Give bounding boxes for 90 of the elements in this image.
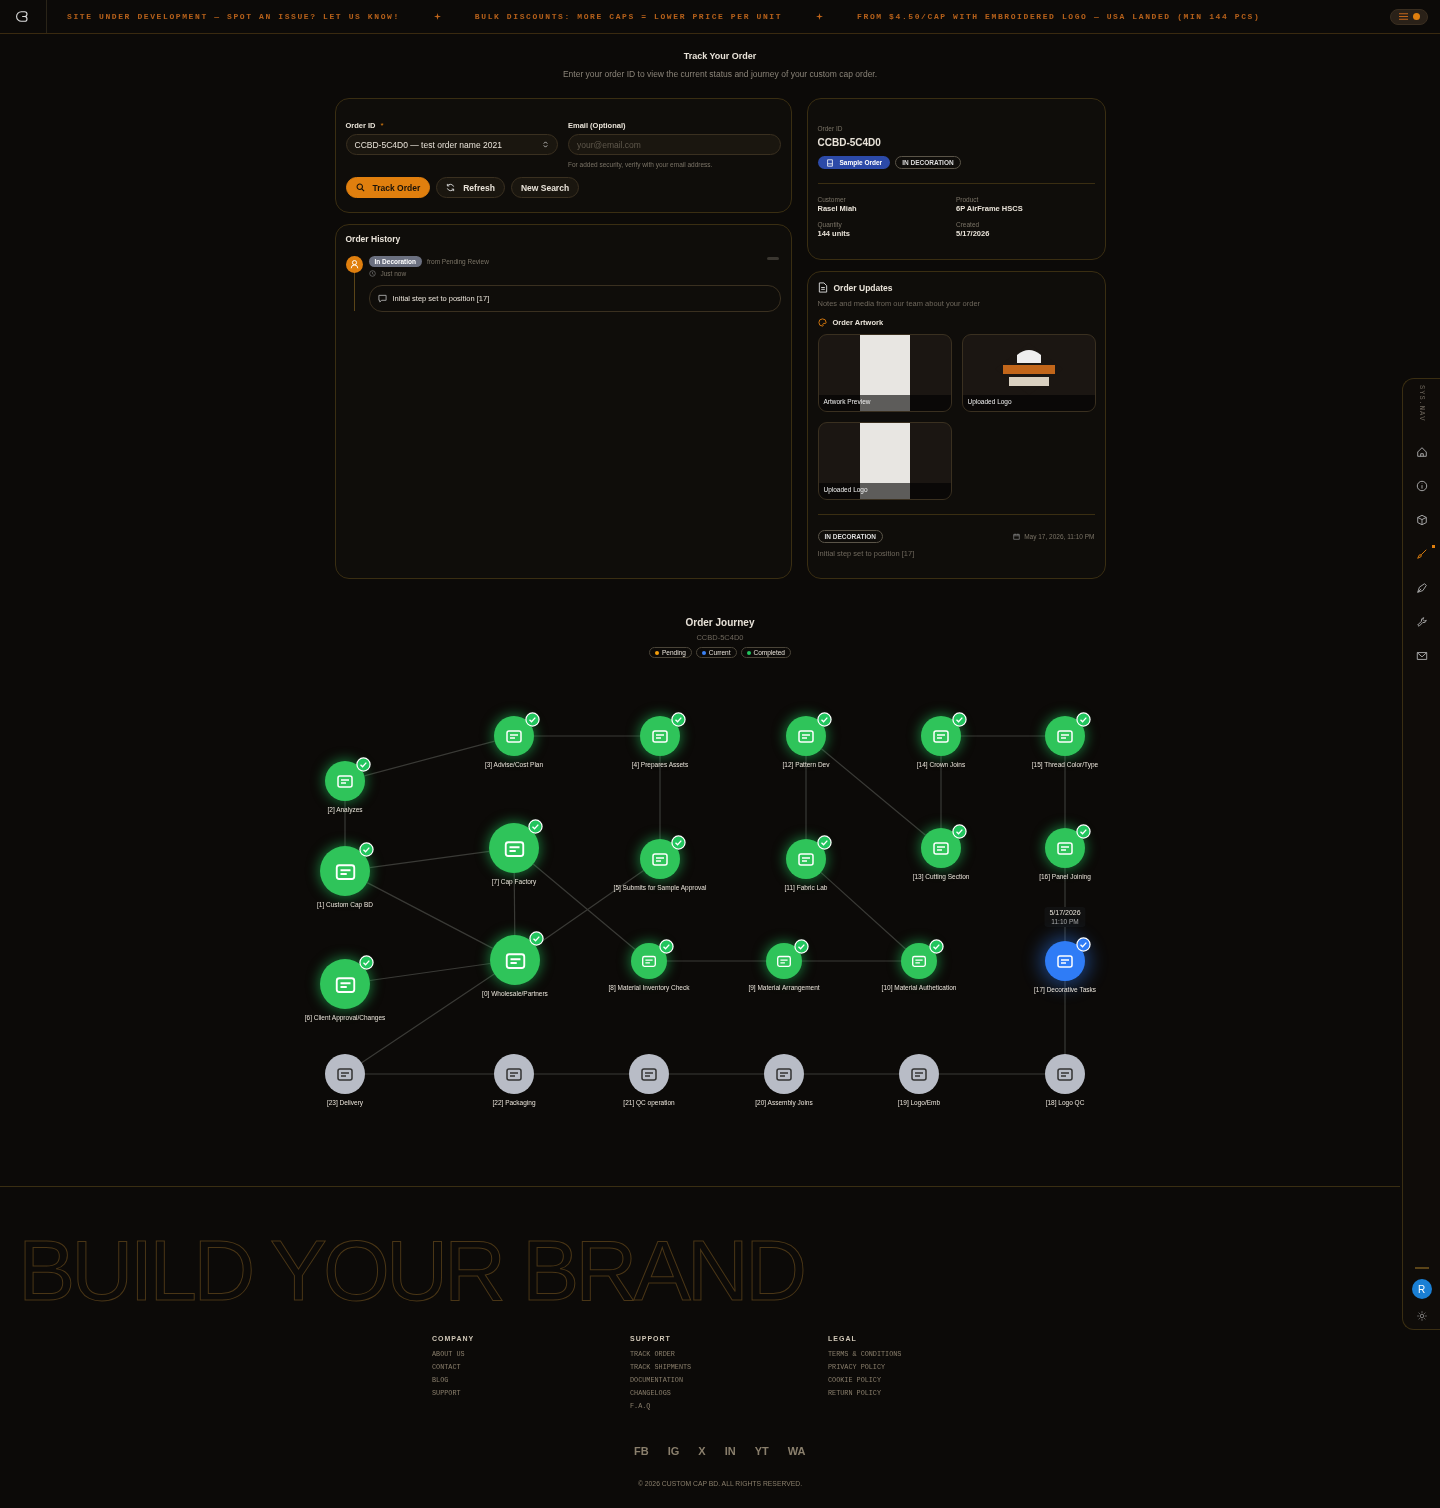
step-node[interactable] [786, 839, 826, 879]
journey-title: Order Journey [685, 617, 755, 628]
check-icon [1076, 712, 1091, 727]
cup-icon [825, 158, 834, 167]
check-icon [952, 824, 967, 839]
step-node[interactable] [899, 1054, 939, 1094]
comment-icon [377, 294, 387, 303]
search-icon [355, 183, 365, 192]
sliders-icon [1398, 12, 1409, 21]
step-node[interactable] [1045, 941, 1085, 981]
chevron-updown-icon [542, 140, 549, 149]
social-link[interactable]: X [698, 1445, 706, 1457]
check-icon [1076, 937, 1091, 952]
sparkle-icon [816, 13, 824, 20]
order-select[interactable]: CCBD-5C4D0 — test order name 2021 [345, 134, 558, 155]
check-icon [356, 757, 371, 772]
step-node[interactable] [1045, 828, 1085, 868]
step-node[interactable] [764, 1054, 804, 1094]
menu-toggle-button[interactable] [1390, 8, 1428, 25]
calendar-icon [1013, 533, 1021, 540]
card-title: Order History [345, 234, 402, 244]
check-icon [817, 712, 832, 727]
palette-icon [817, 318, 827, 327]
step-node[interactable] [320, 959, 370, 1009]
email-input-field[interactable]: your@email.com [568, 134, 781, 155]
home-icon[interactable] [1415, 446, 1428, 459]
user-avatar[interactable]: R [1411, 1279, 1432, 1299]
pen-icon[interactable] [1415, 582, 1428, 595]
step-node[interactable] [901, 943, 937, 979]
social-link[interactable]: IN [724, 1445, 736, 1457]
social-link[interactable]: FB [634, 1445, 649, 1457]
step-node[interactable] [631, 943, 667, 979]
check-icon [817, 835, 832, 850]
check-icon [658, 939, 674, 954]
sparkle-icon [433, 13, 441, 20]
user-avatar-icon [345, 256, 363, 273]
check-icon [671, 835, 686, 850]
check-icon [525, 712, 540, 727]
info-icon[interactable] [1415, 480, 1428, 493]
step-node[interactable] [1045, 1054, 1085, 1094]
announcement-text: FROM $4.50/CAP WITH EMBROIDERED LOGO — USA LANDED (MIN 144 PCS) [857, 12, 1261, 21]
connector-line [513, 872, 516, 936]
sun-icon[interactable] [1416, 1311, 1427, 1321]
check-icon [928, 939, 944, 954]
step-node[interactable] [921, 716, 961, 756]
social-link[interactable]: WA [787, 1445, 806, 1457]
step-node[interactable] [640, 839, 680, 879]
status-dot-icon [1413, 13, 1420, 20]
check-icon [1076, 824, 1091, 839]
check-icon [358, 842, 374, 857]
required-mark: * [380, 121, 384, 132]
document-icon [817, 282, 828, 293]
check-icon [952, 712, 967, 727]
step-node[interactable] [325, 1054, 365, 1094]
page-subtitle: Enter your order ID to view the current status and journey of your custom cap order. [561, 69, 879, 79]
step-node[interactable] [1045, 716, 1085, 756]
slogan-outline-text: BUILD YOUR BRAND [18, 1227, 804, 1313]
refresh-button[interactable]: Refresh [436, 177, 505, 198]
check-icon [358, 955, 374, 970]
check-icon [793, 939, 809, 954]
check-icon [528, 931, 544, 946]
step-node[interactable] [490, 935, 540, 985]
step-node[interactable] [320, 846, 370, 896]
box-icon[interactable] [1415, 514, 1428, 527]
order-id-value: CCBD-5C4D0 [817, 137, 882, 148]
card-title: Order Updates [833, 282, 893, 293]
check-icon [527, 819, 543, 834]
track-order-button[interactable]: Track Order [345, 177, 431, 198]
step-node[interactable] [325, 761, 365, 801]
refresh-icon [446, 183, 456, 192]
announcement-text: SITE UNDER DEVELOPMENT — SPOT AN ISSUE? LET US KNOW! [67, 12, 400, 21]
step-node[interactable] [921, 828, 961, 868]
collapse-handle[interactable] [766, 257, 779, 260]
step-node[interactable] [786, 716, 826, 756]
social-link[interactable]: YT [754, 1445, 769, 1457]
step-node[interactable] [494, 1054, 534, 1094]
step-node[interactable] [640, 716, 680, 756]
step-node[interactable] [494, 716, 534, 756]
check-icon [671, 712, 686, 727]
new-search-button[interactable]: New Search [510, 177, 580, 198]
page-title: Track Your Order [682, 51, 758, 61]
mail-icon[interactable] [1415, 650, 1428, 663]
clock-icon [368, 270, 376, 277]
step-node[interactable] [489, 823, 539, 873]
step-node[interactable] [766, 943, 802, 979]
step-node[interactable] [629, 1054, 669, 1094]
wrench-icon[interactable] [1415, 616, 1428, 629]
social-link[interactable]: IG [667, 1445, 680, 1457]
announcement-text: BULK DISCOUNTS: MORE CAPS = LOWER PRICE PER UNIT [474, 12, 783, 21]
brush-icon[interactable] [1415, 548, 1428, 561]
